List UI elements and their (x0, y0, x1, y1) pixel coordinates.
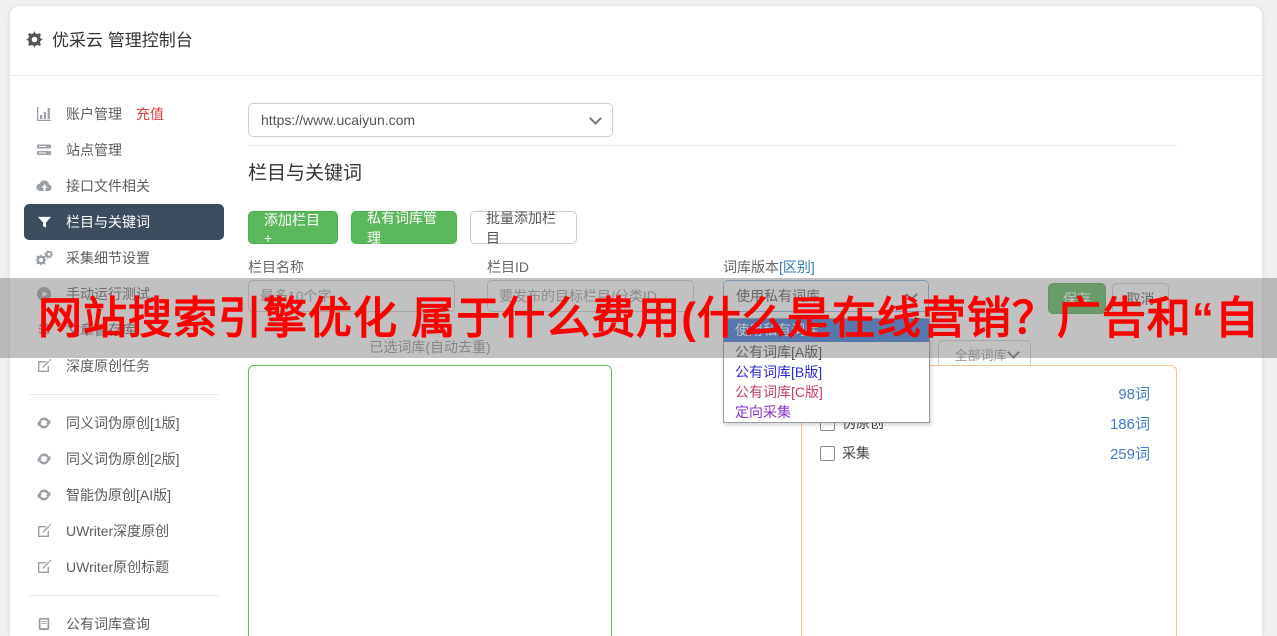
sidebar-item-label: 账户管理 (66, 106, 122, 122)
sidebar-item-9[interactable]: 同义词伪原创[1版] (24, 405, 224, 441)
sidebar-item-13[interactable]: UWriter原创标题 (24, 549, 224, 585)
column-id-label: 栏目ID (487, 259, 529, 275)
sidebar-item-11[interactable]: 智能伪原创[AI版] (24, 477, 224, 513)
refresh-icon (34, 415, 54, 431)
sidebar-divider (30, 595, 218, 596)
sidebar-item-label: 站点管理 (66, 142, 122, 158)
funnel-icon (34, 214, 54, 230)
refresh-icon (34, 487, 54, 503)
edit-icon (34, 358, 54, 374)
site-select-value: https://www.ucaiyun.com (261, 112, 416, 128)
gear-icon (26, 31, 43, 48)
sidebar-item-label: 接口文件相关 (66, 178, 150, 194)
sidebar-item-2[interactable]: 接口文件相关 (24, 168, 224, 204)
sidebar-item-3[interactable]: 栏目与关键词 (24, 204, 224, 240)
sidebar-divider (30, 394, 218, 395)
column-name-label: 栏目名称 (248, 259, 304, 275)
sidebar: 账户管理 充值 站点管理 接口文件相关 栏目与关键词 采集细节设置 手动运行测试 文章暂存库深… (24, 96, 224, 636)
overlay-banner: 网站搜索引擎优化 属于什么费用(什么是在线营销？广告和“自 (0, 278, 1277, 358)
sidebar-item-label: 同义词伪原创[2版] (66, 451, 180, 467)
edit-icon (34, 523, 54, 539)
checkbox[interactable] (820, 445, 835, 461)
sidebar-item-label: 公有词库查询 (66, 616, 150, 632)
bulk-add-button[interactable]: 批量添加栏目 (470, 210, 577, 246)
sidebar-item-10[interactable]: 同义词伪原创[2版] (24, 441, 224, 477)
site-select[interactable]: https://www.ucaiyun.com (248, 103, 613, 137)
lexicon-version-label: 词库版本[区别] (723, 259, 815, 275)
overlay-text: 网站搜索引擎优化 属于什么费用(什么是在线营销？广告和“自 (38, 294, 1260, 343)
bar-chart-icon (34, 106, 54, 122)
lexicon-row-label: 采集 (842, 445, 870, 461)
cloud-upload-icon (34, 178, 54, 194)
sidebar-item-label: UWriter原创标题 (66, 559, 170, 575)
lexicon-word-count: 186词 (1109, 415, 1150, 433)
add-column-button[interactable]: 添加栏目 + (248, 211, 338, 246)
sidebar-item-1[interactable]: 站点管理 (24, 132, 224, 168)
dropdown-option-4[interactable]: 定向采集 (724, 402, 929, 422)
page-title: 栏目与关键词 (248, 163, 363, 184)
sidebar-item-4[interactable]: 采集细节设置 (24, 240, 224, 276)
lexicon-row-2: 采集 259词 (820, 442, 1150, 464)
app-title: 优采云 管理控制台 (52, 31, 193, 50)
private-lexicon-button[interactable]: 私有词库管理 (351, 210, 457, 246)
recharge-badge[interactable]: 充值 (136, 104, 164, 124)
sidebar-item-label: UWriter深度原创 (66, 523, 170, 539)
selected-lexicon-box[interactable] (248, 365, 612, 636)
lexicon-word-count: 259词 (1109, 445, 1150, 463)
version-diff-link[interactable]: [区别] (779, 259, 815, 275)
book-icon (34, 616, 54, 632)
lexicon-word-count: 98词 (1118, 385, 1150, 403)
sidebar-item-label: 同义词伪原创[1版] (66, 415, 180, 431)
sidebar-item-0[interactable]: 账户管理 充值 (24, 96, 224, 132)
edit-icon (34, 559, 54, 575)
dropdown-option-3[interactable]: 公有词库[C版] (724, 382, 929, 402)
header: 优采云 管理控制台 (10, 6, 1262, 76)
refresh-icon (34, 451, 54, 467)
sidebar-item-label: 智能伪原创[AI版] (66, 487, 172, 503)
chevron-down-icon (589, 112, 602, 125)
gears-icon (34, 250, 54, 266)
dropdown-option-2[interactable]: 公有词库[B版] (724, 362, 929, 382)
sidebar-item-label: 栏目与关键词 (66, 214, 150, 230)
sidebar-item-12[interactable]: UWriter深度原创 (24, 513, 224, 549)
server-icon (34, 142, 54, 158)
divider (248, 145, 1177, 146)
sidebar-item-label: 采集细节设置 (66, 250, 150, 266)
sidebar-item-15[interactable]: 公有词库查询 (24, 606, 224, 636)
